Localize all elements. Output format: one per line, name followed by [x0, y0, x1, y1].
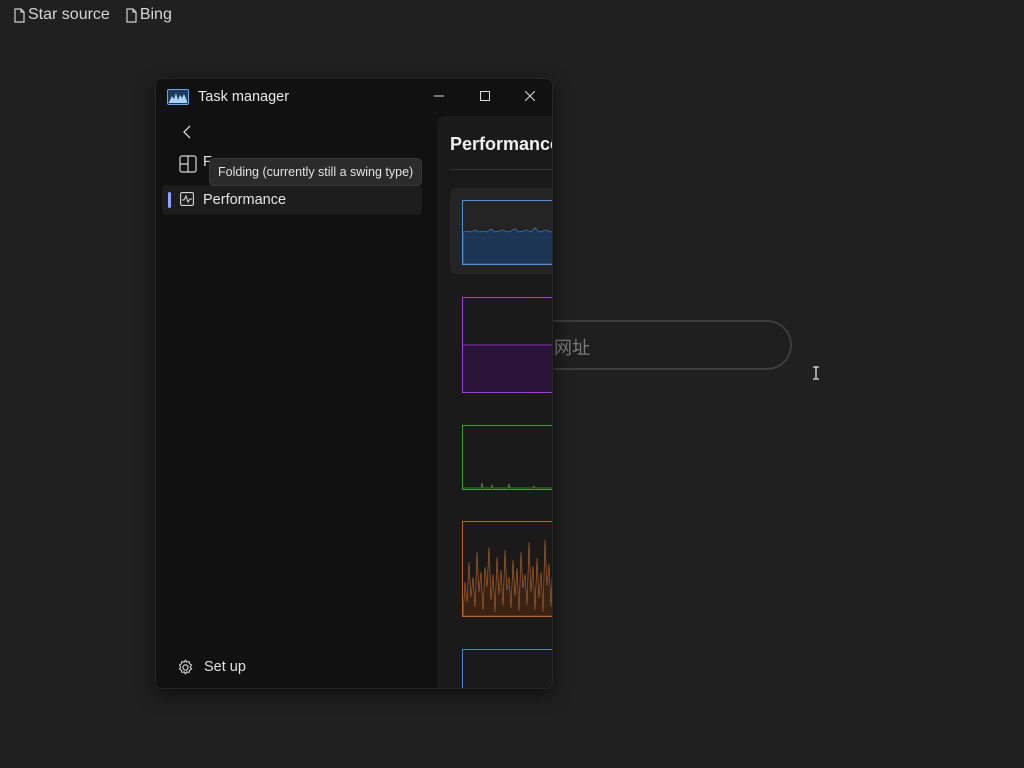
disk-graph[interactable]	[462, 425, 552, 490]
gear-icon	[177, 659, 194, 676]
task-manager-window: Task manager F Performance Folding (curr…	[155, 78, 553, 689]
close-icon	[525, 91, 535, 101]
chevron-left-icon	[183, 125, 191, 139]
minimize-icon	[434, 95, 444, 97]
performance-pane: Performance	[437, 116, 553, 688]
title-bar[interactable]: Task manager	[156, 79, 552, 115]
bookmarks-bar: Star source Bing	[14, 6, 172, 24]
memory-graph[interactable]	[462, 297, 552, 393]
page-title: Performance	[450, 134, 553, 154]
minimize-button[interactable]	[422, 83, 456, 109]
maximize-icon	[480, 91, 490, 101]
cpu-graph[interactable]	[462, 200, 552, 265]
gpu-graph[interactable]	[462, 649, 552, 688]
text-cursor-icon	[812, 366, 820, 380]
performance-icon	[180, 192, 194, 206]
close-button[interactable]	[513, 83, 547, 109]
active-indicator	[168, 192, 171, 208]
bookmark-label: Star source	[28, 6, 110, 23]
back-button[interactable]	[176, 121, 198, 143]
tooltip: Folding (currently still a swing type)	[209, 158, 423, 186]
bookmark-star-source[interactable]: Star source	[14, 6, 110, 24]
document-icon	[126, 7, 137, 23]
bookmark-bing[interactable]: Bing	[126, 6, 172, 24]
task-manager-app-icon	[167, 89, 189, 105]
divider	[450, 169, 552, 170]
nav-item-label: Performance	[203, 192, 287, 208]
folding-icon	[179, 155, 197, 173]
nav-item-performance[interactable]: Performance	[162, 185, 422, 215]
network-graph[interactable]	[462, 521, 552, 617]
document-icon	[14, 7, 25, 23]
maximize-button[interactable]	[468, 83, 502, 109]
bookmark-label: Bing	[139, 6, 172, 23]
window-title: Task manager	[198, 89, 290, 105]
settings-label: Set up	[204, 659, 246, 675]
